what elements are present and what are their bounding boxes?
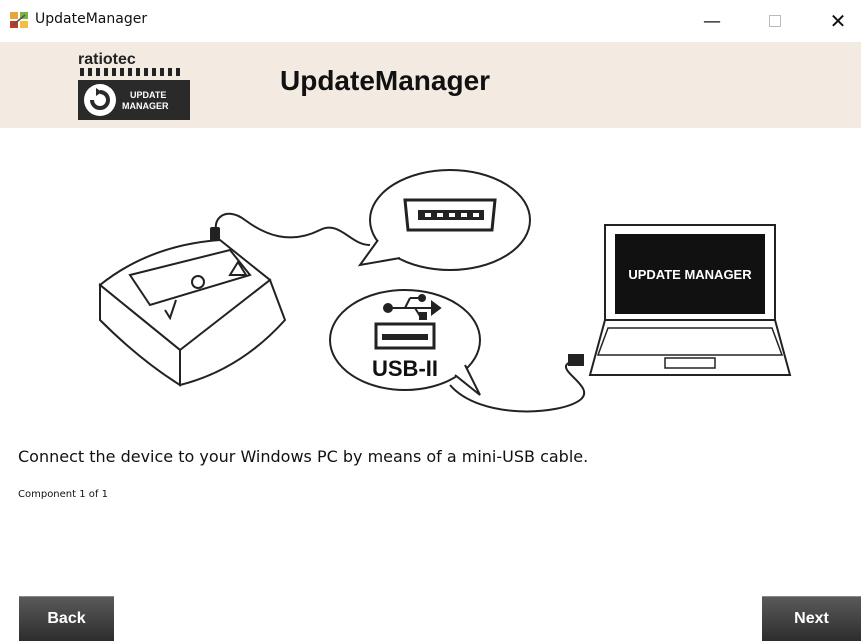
minimize-icon: —: [703, 10, 721, 32]
back-button[interactable]: Back: [19, 596, 114, 641]
logo-caption-1: UPDATE: [130, 90, 166, 100]
cable-icon: [215, 212, 371, 246]
close-button[interactable]: ✕: [815, 0, 861, 42]
maximize-button[interactable]: [752, 0, 798, 42]
title-bar: UpdateManager — ✕: [0, 0, 861, 42]
mini-usb-bubble: [357, 169, 531, 271]
logo-brand-text: ratiotec: [78, 51, 136, 68]
logo-caption-2: MANAGER: [122, 101, 169, 111]
laptop-icon: UPDATE MANAGER: [588, 224, 792, 376]
app-icon: [10, 12, 28, 28]
window-title: UpdateManager: [35, 11, 148, 27]
usb-bubble: USB-II: [329, 289, 481, 396]
close-icon: ✕: [829, 9, 847, 33]
device-icon: [98, 238, 287, 387]
maximize-icon: [769, 15, 781, 27]
next-button[interactable]: Next: [762, 596, 861, 641]
laptop-screen-text: UPDATE MANAGER: [628, 267, 752, 282]
mini-usb-port-icon: [403, 198, 497, 232]
component-status: Component 1 of 1: [18, 489, 108, 500]
usb-label: USB-II: [372, 356, 438, 381]
instruction-text: Connect the device to your Windows PC by…: [18, 447, 589, 466]
usb-port-icon: [374, 322, 436, 350]
minimize-button[interactable]: —: [689, 0, 735, 42]
connection-illustration: USB-II UPDATE MANAGER: [98, 169, 792, 413]
page-title: UpdateManager: [280, 65, 491, 96]
ratiotec-logo: ratiotec UPDATE MANAGER: [78, 51, 190, 120]
